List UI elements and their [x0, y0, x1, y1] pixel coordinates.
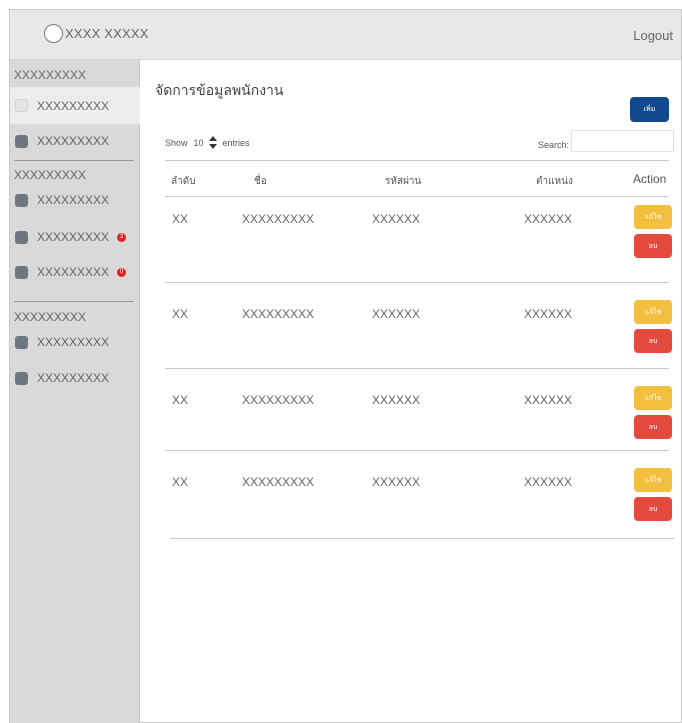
entries-length-control: Show 10 entries	[165, 136, 250, 149]
sidebar-item-label: XXXXXXXXX	[37, 230, 110, 244]
column-header-action: Action	[633, 172, 667, 186]
brand-name: XXXX XXXXX	[65, 26, 149, 41]
sidebar-item-4[interactable]: XXXXXXXXX 3	[10, 222, 140, 252]
entries-select[interactable]: 10	[194, 136, 217, 149]
menu-icon	[15, 265, 28, 279]
edit-button[interactable]: แก้ไข	[634, 468, 672, 492]
entries-label: entries	[222, 137, 250, 148]
edit-button[interactable]: แก้ไข	[634, 300, 672, 324]
cell-name: XXXXXXXXX	[242, 307, 315, 321]
sidebar-item-label: XXXXXXXXX	[37, 371, 110, 385]
cell-position: XXXXXX	[524, 212, 573, 226]
sidebar-item-3[interactable]: XXXXXXXXX	[10, 185, 140, 215]
search-label: Search:	[538, 140, 570, 150]
page-title: จัดการข้อมูลพนักงาน	[155, 83, 284, 99]
delete-button[interactable]: ลบ	[634, 415, 672, 439]
app-frame: XXXX XXXXX Logout XXXXXXXXX XXXXXXXXX XX…	[9, 9, 682, 723]
cell-no: XX	[172, 393, 189, 407]
sidebar-item-label: XXXXXXXXX	[37, 265, 110, 279]
show-label: Show	[165, 137, 188, 148]
sidebar-heading: XXXXXXXXX	[14, 310, 87, 324]
sidebar-heading: XXXXXXXXX	[14, 168, 87, 182]
row-divider	[165, 368, 669, 369]
main-content: จัดการข้อมูลพนักงาน เพิ่ม Show 10 entrie…	[140, 60, 682, 723]
brand[interactable]: XXXX XXXXX	[44, 24, 149, 43]
sidebar-item-7[interactable]: XXXXXXXXX	[10, 363, 140, 393]
sidebar-item-6[interactable]: XXXXXXXXX	[10, 327, 140, 357]
cell-no: XX	[172, 475, 189, 489]
sidebar-divider	[14, 301, 134, 302]
edit-button[interactable]: แก้ไข	[634, 205, 672, 229]
cell-name: XXXXXXXXX	[242, 393, 315, 407]
sidebar: XXXXXXXXX XXXXXXXXX XXXXXXXXX XXXXXXXXX …	[10, 60, 140, 723]
sidebar-item-1[interactable]: XXXXXXXXX	[10, 87, 140, 124]
delete-button[interactable]: ลบ	[634, 497, 672, 521]
menu-icon	[15, 193, 28, 207]
cell-name: XXXXXXXXX	[242, 475, 315, 489]
cell-password: XXXXXX	[372, 212, 421, 226]
menu-icon	[15, 230, 28, 244]
sidebar-heading: XXXXXXXXX	[14, 68, 87, 82]
menu-icon	[15, 134, 28, 148]
column-header-no[interactable]: ลำดับ	[171, 174, 196, 189]
cell-position: XXXXXX	[524, 393, 573, 407]
menu-icon	[15, 335, 28, 349]
column-header-name[interactable]: ชื่อ	[254, 174, 267, 189]
cell-name: XXXXXXXXX	[242, 212, 315, 226]
row-divider	[165, 450, 669, 451]
add-button[interactable]: เพิ่ม	[630, 97, 669, 122]
sidebar-item-label: XXXXXXXXX	[37, 134, 110, 148]
cell-password: XXXXXX	[372, 475, 421, 489]
top-bar: XXXX XXXXX Logout	[10, 10, 681, 60]
table-top-border	[165, 160, 669, 161]
edit-button[interactable]: แก้ไข	[634, 386, 672, 410]
up-down-arrow-icon	[208, 136, 217, 149]
cell-password: XXXXXX	[372, 393, 421, 407]
table-header-border	[165, 196, 669, 197]
cell-position: XXXXXX	[524, 307, 573, 321]
cell-no: XX	[172, 307, 189, 321]
sidebar-item-5[interactable]: XXXXXXXXX 0	[10, 257, 140, 287]
delete-button[interactable]: ลบ	[634, 234, 672, 258]
sidebar-item-label: XXXXXXXXX	[37, 98, 110, 113]
row-divider	[165, 282, 669, 283]
column-header-position[interactable]: ตำแหน่ง	[536, 174, 573, 189]
table-bottom-border	[170, 538, 674, 539]
menu-icon	[15, 99, 28, 112]
entries-select-value: 10	[193, 137, 204, 148]
menu-icon	[15, 371, 28, 385]
sidebar-item-label: XXXXXXXXX	[37, 335, 110, 349]
cell-no: XX	[172, 212, 189, 226]
cell-password: XXXXXX	[372, 307, 421, 321]
delete-button[interactable]: ลบ	[634, 329, 672, 353]
search-input[interactable]	[571, 130, 674, 152]
cell-position: XXXXXX	[524, 475, 573, 489]
notification-badge: 3	[117, 232, 126, 242]
sidebar-item-2[interactable]: XXXXXXXXX	[10, 126, 140, 156]
sidebar-item-label: XXXXXXXXX	[37, 193, 110, 207]
sidebar-divider	[14, 160, 134, 161]
column-header-password[interactable]: รหัสผ่าน	[385, 174, 421, 189]
logout-link[interactable]: Logout	[633, 28, 673, 43]
logo-circle-icon	[44, 24, 63, 43]
notification-badge: 0	[117, 267, 126, 277]
